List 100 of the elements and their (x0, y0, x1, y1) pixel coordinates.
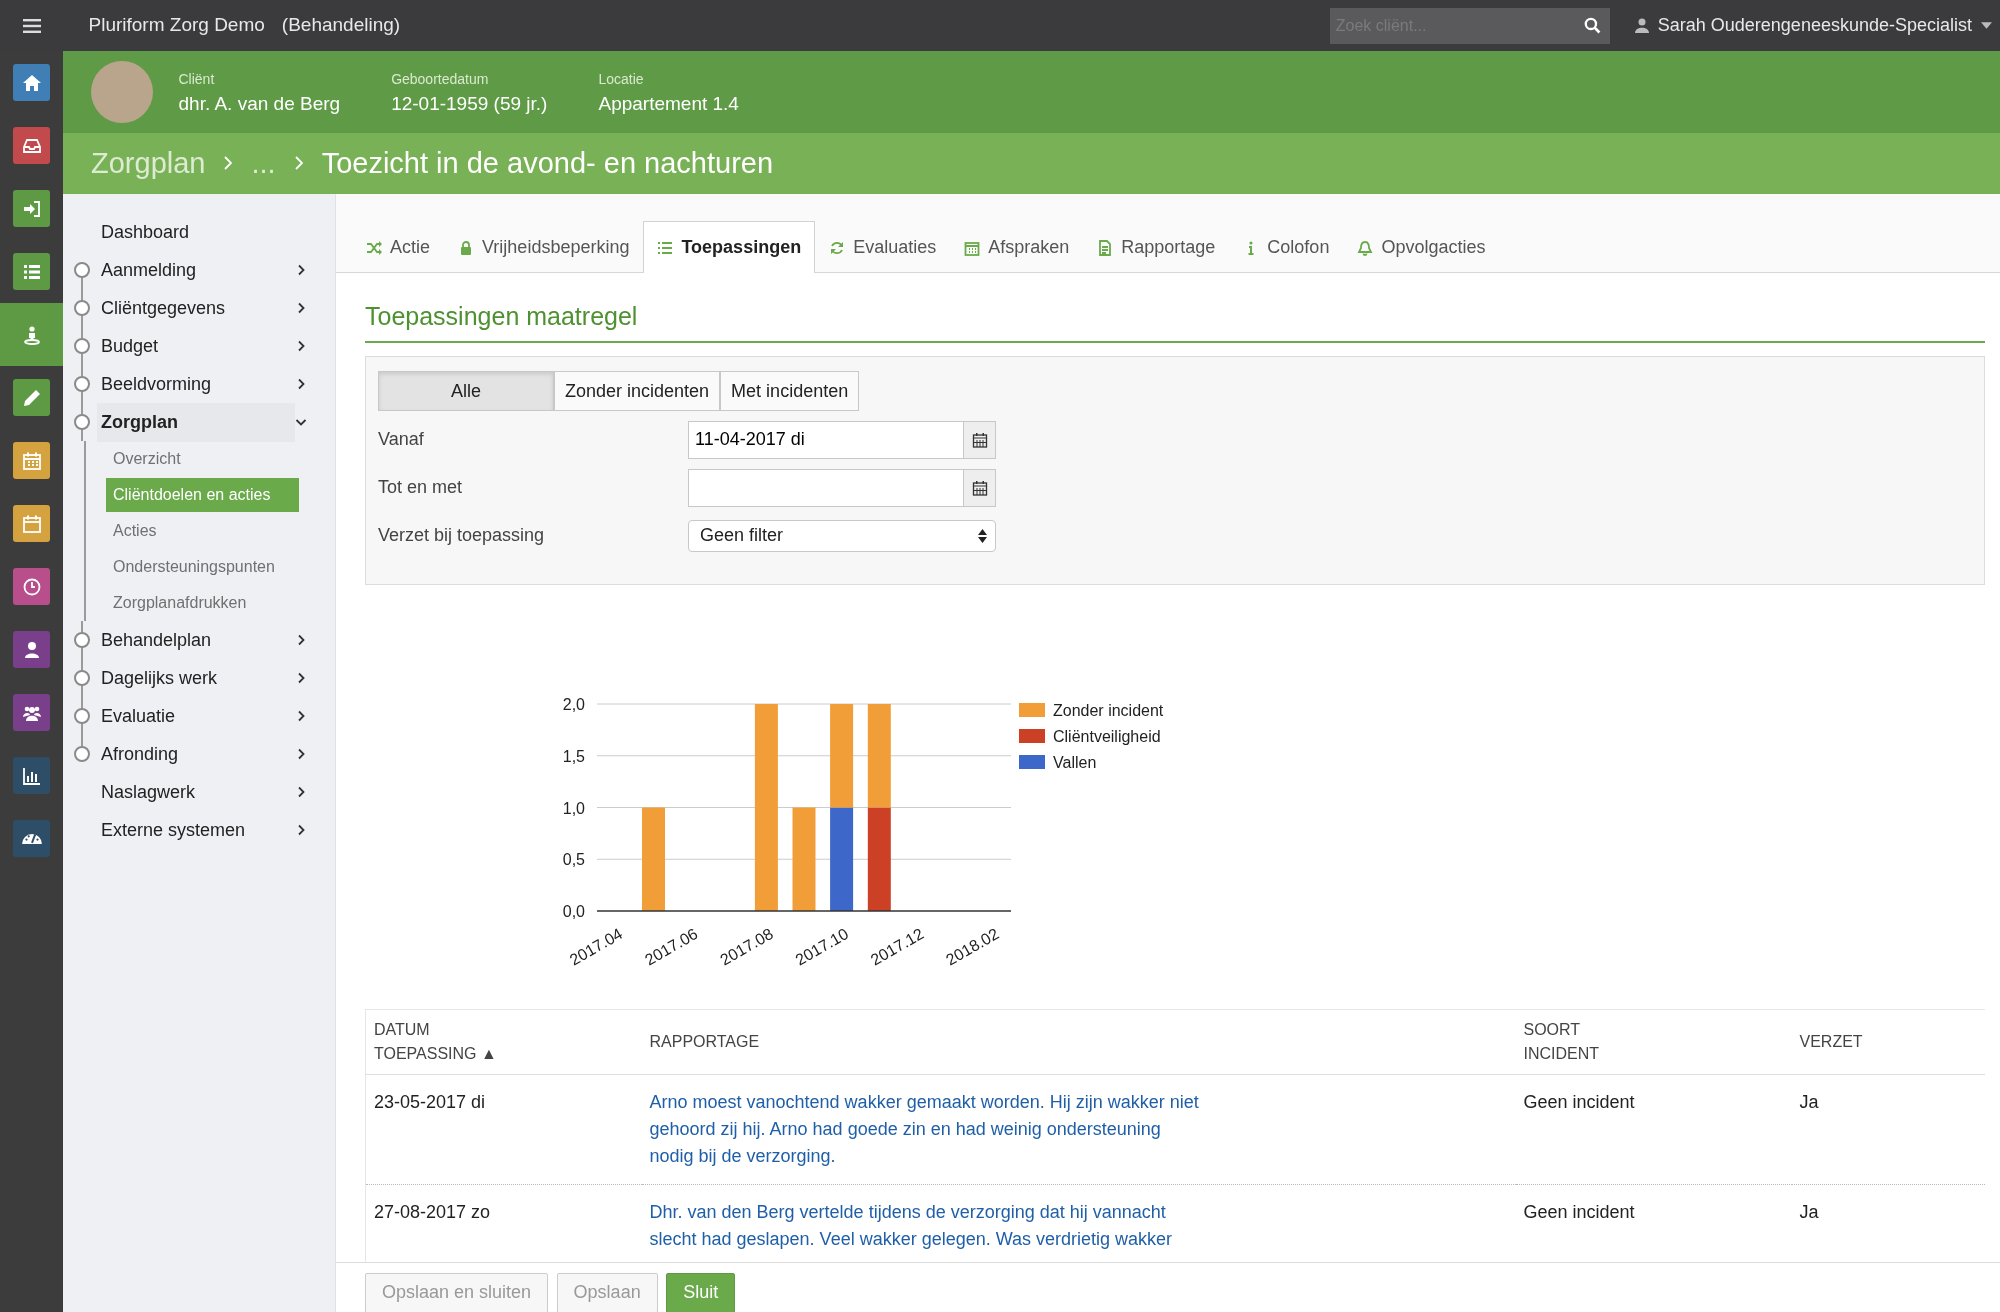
field-label: Verzet bij toepassing (378, 524, 546, 548)
rail-button[interactable] (13, 568, 50, 605)
field-value: 12-01-1959 (59 jr.) (391, 92, 548, 117)
timeline-node (74, 670, 90, 687)
page-title: Toezicht in de avond- en nachturen (321, 145, 774, 181)
refresh-icon (829, 239, 846, 256)
tab[interactable]: Toepassingen (643, 221, 816, 274)
axis-tick-label: 1,5 (562, 747, 585, 765)
field-label: Geboortedatum (391, 70, 490, 90)
menu-icon (22, 17, 41, 34)
user-menu[interactable]: Sarah Ouderengeneeskunde-Specialist (1635, 12, 1992, 39)
field-label: Locatie (598, 70, 645, 90)
rail-button[interactable] (13, 820, 50, 857)
rail-button[interactable] (13, 64, 50, 101)
legend-label: Vallen (1053, 753, 1097, 771)
axis-tick-label: 1,0 (562, 799, 585, 817)
timeline-node (74, 338, 90, 355)
tab[interactable]: Actie (352, 221, 445, 274)
tab[interactable]: Colofon (1229, 221, 1344, 274)
sidebar-item[interactable]: Afronding (101, 738, 295, 770)
sidebar-item[interactable]: Naslagwerk (101, 776, 295, 808)
segment-button[interactable]: Zonder incidenten (554, 371, 721, 412)
sidebar-subitem[interactable]: Zorgplanafdrukken (106, 586, 254, 621)
gauge-icon (21, 833, 42, 844)
search-button[interactable] (1575, 7, 1610, 44)
calendar-button[interactable] (963, 468, 996, 507)
list-icon (657, 239, 674, 256)
sign-in-icon (21, 198, 42, 219)
select-field[interactable]: Geen filter (688, 519, 996, 552)
bell-icon (1357, 239, 1374, 256)
date-field[interactable]: 11-04-2017 di (688, 420, 963, 459)
rail-item[interactable] (0, 303, 63, 366)
column-header[interactable]: DATUM TOEPASSING ▲ (374, 1017, 504, 1066)
app-title: Pluriform Zorg Demo (88, 13, 265, 38)
home-icon (21, 72, 42, 93)
report-link[interactable]: Arno moest vanochtend wakker gemaakt worden. Hij zijn wakker niet gehoord zij hij. Arno had goede zin en had weinig ondersteuning nodig bij de verzorging. (649, 1088, 1210, 1170)
tab[interactable]: Vrijheidsbeperking (444, 221, 644, 274)
rail-button[interactable] (13, 631, 50, 668)
timeline-node (74, 300, 90, 317)
document-icon (1097, 239, 1114, 256)
legend-label: Zonder incident (1053, 701, 1164, 719)
calendar-icon (21, 513, 42, 534)
sidebar-item[interactable]: Externe systemen (101, 814, 295, 846)
table-cell: 23-05-2017 di (374, 1091, 486, 1112)
legend-label: Cliëntveiligheid (1053, 727, 1161, 745)
sidebar-subitem[interactable]: Overzicht (106, 442, 188, 477)
tab[interactable]: Opvolgacties (1343, 221, 1500, 274)
sidebar-item[interactable]: Aanmelding (101, 254, 295, 286)
timeline-node (74, 414, 90, 431)
rail-button[interactable] (13, 127, 50, 164)
timeline-node (74, 376, 90, 393)
column-header: RAPPORTAGE (649, 1031, 760, 1052)
sidebar-item[interactable]: Evaluatie (101, 700, 295, 732)
field-value: Appartement 1.4 (598, 92, 739, 117)
timeline-node (74, 746, 90, 763)
rail-button[interactable] (13, 694, 50, 731)
calendar-icon (971, 479, 988, 496)
tab[interactable]: Afspraken (950, 221, 1084, 274)
axis-tick-label: 0,0 (562, 902, 585, 920)
sidebar-item[interactable]: Behandelplan (101, 624, 295, 656)
field-label: Vanaf (378, 428, 425, 452)
table-cell: Geen incident (1523, 1091, 1635, 1112)
rail-button[interactable] (13, 757, 50, 794)
field-label: Tot en met (378, 476, 464, 500)
pencil-icon (21, 387, 42, 408)
column-header: SOORT INCIDENT (1523, 1019, 1601, 1064)
sidebar-item[interactable]: Beeldvorming (101, 368, 295, 400)
calendar-button[interactable] (963, 420, 996, 459)
report-link[interactable]: Dhr. van den Berg vertelde tijdens de verzorging dat hij vannacht slecht had geslapen. Veel wakker gelegen. Was verdrietig wakker (649, 1198, 1210, 1253)
timeline-node (74, 708, 90, 725)
table-cell: 27-08-2017 zo (374, 1201, 491, 1222)
field-value: dhr. A. van de Berg (178, 92, 341, 117)
person-icon (21, 324, 42, 345)
user-icon (1635, 18, 1650, 33)
axis-tick-label: 0,5 (562, 850, 585, 868)
sidebar-item[interactable]: Dashboard (101, 216, 335, 248)
sidebar-item[interactable]: Cliëntgegevens (101, 292, 295, 324)
field-label: Cliënt (178, 70, 216, 90)
date-field[interactable] (688, 468, 963, 507)
column-header: VERZET (1799, 1031, 1863, 1052)
segment-button[interactable]: Met incidenten (720, 371, 860, 412)
timeline-node (74, 632, 90, 649)
table-cell: Ja (1799, 1091, 1819, 1112)
tab[interactable]: Evaluaties (815, 221, 951, 274)
sidebar-item[interactable]: Budget (101, 330, 295, 362)
tab[interactable]: Rapportage (1083, 221, 1230, 274)
timeline-node (74, 262, 90, 279)
caret-icon (1980, 22, 1992, 29)
table-cell: Ja (1799, 1201, 1819, 1222)
table-cell: Geen incident (1523, 1201, 1635, 1222)
app-mode: (Behandeling) (281, 13, 401, 38)
sidebar-item[interactable]: Dagelijks werk (101, 662, 295, 694)
sidebar-subitem[interactable]: Ondersteuningspunten (106, 550, 282, 585)
axis-tick-label: 2,0 (562, 695, 585, 713)
up-down-arrows-icon (978, 528, 987, 543)
sidebar-subitem[interactable]: Acties (106, 514, 164, 549)
bar-chart-icon (21, 765, 42, 786)
calendar-icon (971, 431, 988, 448)
calendar-icon (21, 450, 42, 471)
segment-button[interactable]: Alle (378, 371, 554, 412)
